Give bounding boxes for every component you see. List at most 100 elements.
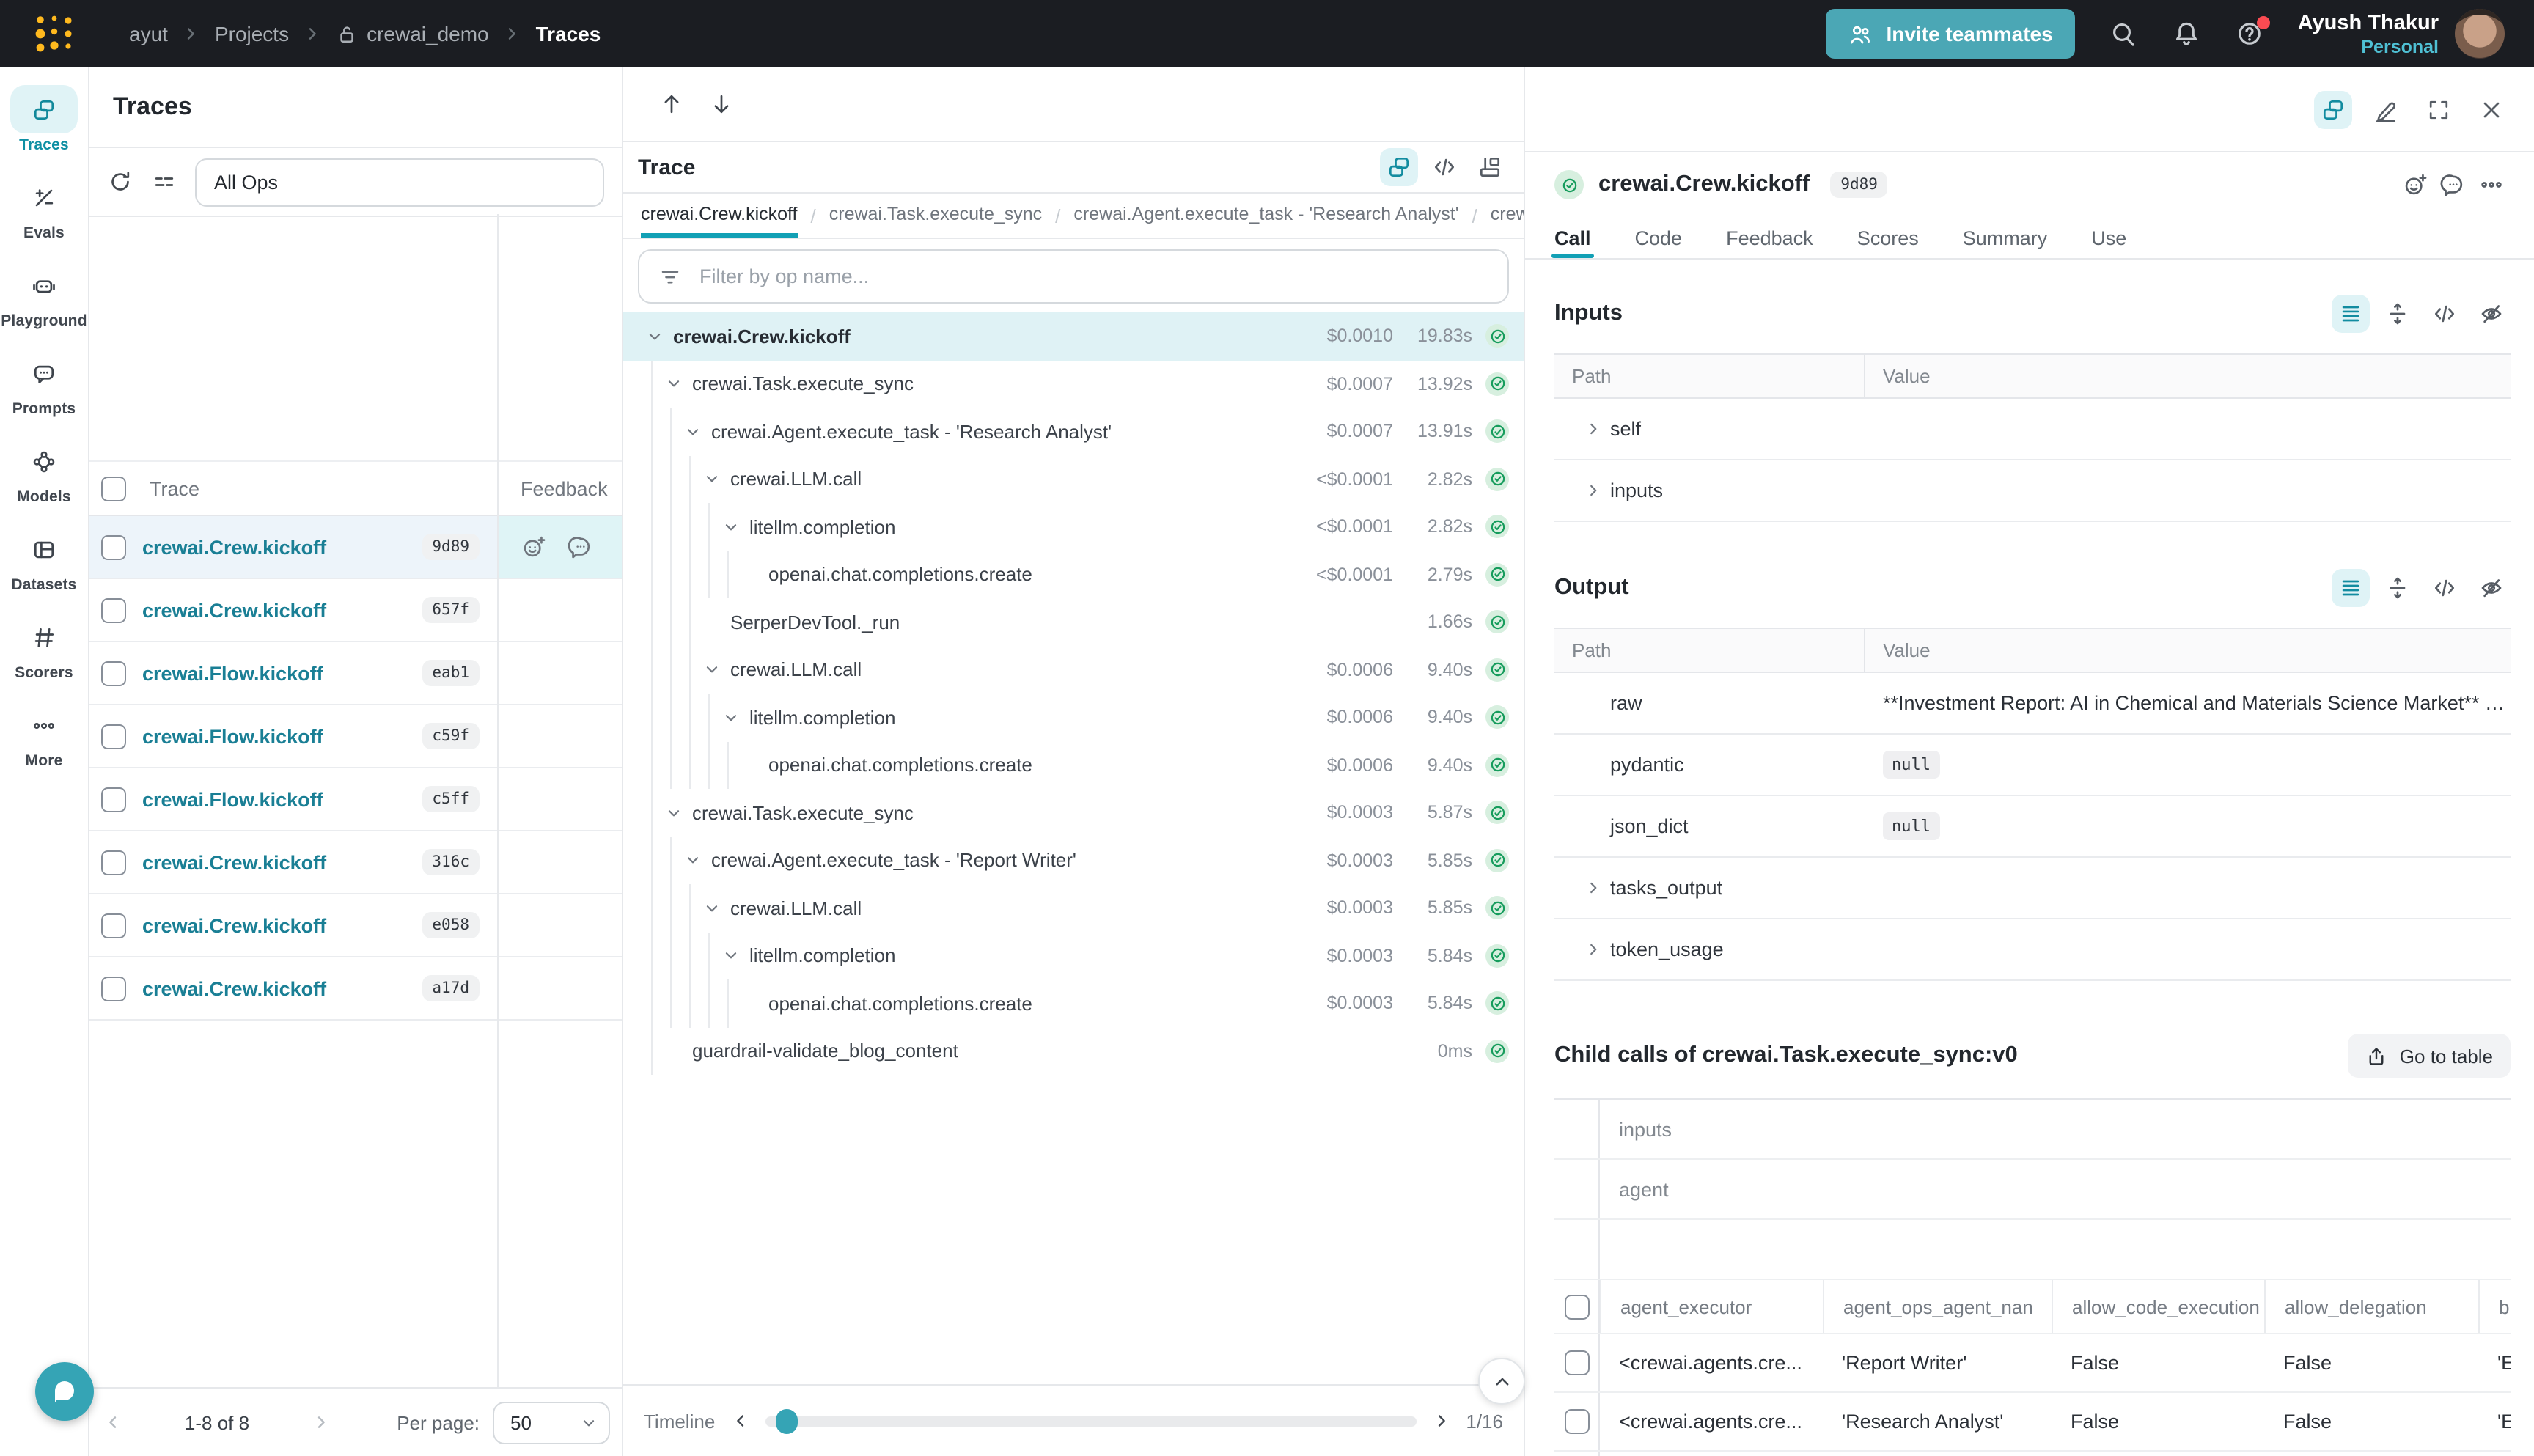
expand-chevron-icon[interactable] (720, 519, 742, 535)
tab-call[interactable]: Call (1554, 217, 1591, 258)
collapse-panel-button[interactable] (1478, 1358, 1525, 1405)
sidebar-item-traces[interactable]: Traces (10, 85, 78, 154)
tree-row[interactable]: litellm.completion$0.00035.84s (623, 932, 1524, 979)
notifications-icon[interactable] (2172, 19, 2201, 48)
view-json-button[interactable] (2425, 569, 2464, 607)
prev-page-button[interactable] (89, 1413, 136, 1431)
tree-row[interactable]: crewai.Task.execute_sync$0.00035.87s (623, 789, 1524, 837)
trace-name[interactable]: crewai.Crew.kickoff (142, 977, 326, 999)
call-id-badge[interactable]: 9d89 (1830, 172, 1888, 198)
show-tree-button[interactable] (2314, 90, 2352, 128)
expand-chevron-icon[interactable] (663, 376, 685, 392)
sidebar-item-datasets[interactable]: Datasets (10, 525, 78, 594)
trace-row[interactable]: crewai.Flow.kickoffeab1 (89, 642, 622, 705)
column-header-feedback[interactable]: Feedback (521, 477, 608, 499)
trace-name[interactable]: crewai.Flow.kickoff (142, 662, 323, 684)
breadcrumb-projects[interactable]: Projects (215, 22, 289, 45)
tree-row[interactable]: crewai.LLM.call$0.00069.40s (623, 646, 1524, 694)
tab-feedback[interactable]: Feedback (1726, 217, 1813, 258)
timeline-prev-button[interactable] (731, 1412, 749, 1430)
child-call-row[interactable]: <crewai.agents.cre...'Report Writer'Fals… (1554, 1334, 2511, 1393)
crumb-tab[interactable]: crewai.Crew.kickoff (641, 194, 798, 238)
row-checkbox[interactable] (101, 787, 126, 812)
view-rows-button[interactable] (2332, 295, 2370, 333)
trace-name[interactable]: crewai.Flow.kickoff (142, 725, 323, 747)
expand-chevron-icon[interactable] (1572, 421, 1610, 437)
per-page-select[interactable]: 50 (493, 1401, 610, 1444)
path-row[interactable]: inputs (1554, 460, 2511, 522)
tree-row[interactable]: crewai.Agent.execute_task - 'Report Writ… (623, 837, 1524, 884)
tab-code[interactable]: Code (1635, 217, 1683, 258)
sidebar-item-prompts[interactable]: Prompts (10, 349, 78, 418)
timeline-slider[interactable] (765, 1416, 1416, 1426)
column-settings-button[interactable] (151, 169, 177, 195)
view-json-button[interactable] (2425, 295, 2464, 333)
row-checkbox[interactable] (101, 724, 126, 749)
select-all-checkbox[interactable] (101, 476, 126, 501)
column-header-agent_ops_agent_nan[interactable]: agent_ops_agent_nan (1823, 1280, 2052, 1333)
trace-row[interactable]: crewai.Crew.kickoff316c (89, 831, 622, 894)
expand-chevron-icon[interactable] (682, 853, 704, 869)
path-row[interactable]: tasks_output (1554, 858, 2511, 919)
timeline-knob[interactable] (775, 1408, 797, 1433)
tab-use[interactable]: Use (2091, 217, 2126, 258)
more-options-button[interactable] (2478, 172, 2505, 198)
column-header-trace[interactable]: Trace (150, 477, 199, 499)
row-checkbox[interactable] (101, 598, 126, 622)
expand-chevron-icon[interactable] (1572, 941, 1610, 957)
column-header-agent_executor[interactable]: agent_executor (1600, 1280, 1823, 1333)
tab-scores[interactable]: Scores (1857, 217, 1919, 258)
ops-filter-select[interactable]: All Ops (195, 158, 604, 206)
tab-summary[interactable]: Summary (1963, 217, 2048, 258)
tree-row[interactable]: crewai.Agent.execute_task - 'Research An… (623, 408, 1524, 455)
next-page-button[interactable] (298, 1413, 345, 1431)
tree-row[interactable]: litellm.completion$0.00069.40s (623, 694, 1524, 741)
child-call-row[interactable]: <crewai.agents.cre...'Research Analyst'F… (1554, 1393, 2511, 1452)
trace-row[interactable]: crewai.Flow.kickoffc5ff (89, 768, 622, 831)
tree-row[interactable]: crewai.Task.execute_sync$0.000713.92s (623, 360, 1524, 408)
chat-bubble-button[interactable] (35, 1362, 94, 1421)
edit-button[interactable] (2367, 90, 2405, 128)
fullscreen-button[interactable] (2420, 90, 2458, 128)
tree-row[interactable]: openai.chat.completions.create$0.00035.8… (623, 979, 1524, 1027)
column-header-allow_delegation[interactable]: allow_delegation (2264, 1280, 2478, 1333)
sidebar-item-evals[interactable]: Evals (10, 173, 78, 242)
expand-chevron-icon[interactable] (701, 471, 723, 488)
tree-row[interactable]: crewai.LLM.call<$0.00012.82s (623, 455, 1524, 503)
row-checkbox[interactable] (101, 534, 126, 559)
sidebar-item-more[interactable]: More (10, 701, 78, 770)
trace-name[interactable]: crewai.Crew.kickoff (142, 536, 326, 558)
path-row[interactable]: token_usage (1554, 919, 2511, 981)
path-row[interactable]: json_dictnull (1554, 796, 2511, 858)
expand-chevron-icon[interactable] (720, 948, 742, 964)
hide-button[interactable] (2472, 295, 2511, 333)
expand-rows-button[interactable] (2379, 295, 2417, 333)
previous-trace-button[interactable] (658, 91, 685, 117)
trace-row[interactable]: crewai.Flow.kickoffc59f (89, 705, 622, 768)
invite-teammates-button[interactable]: Invite teammates (1826, 9, 2074, 59)
go-to-table-button[interactable]: Go to table (2348, 1034, 2511, 1078)
user-menu[interactable]: Ayush Thakur Personal (2298, 9, 2505, 59)
view-code-button[interactable] (1425, 148, 1464, 186)
expand-chevron-icon[interactable] (682, 424, 704, 440)
sidebar-item-scorers[interactable]: Scorers (10, 613, 78, 682)
trace-name[interactable]: crewai.Crew.kickoff (142, 599, 326, 621)
trace-name[interactable]: crewai.Crew.kickoff (142, 914, 326, 936)
tree-row[interactable]: SerperDevTool._run1.66s (623, 598, 1524, 646)
tree-row[interactable]: crewai.LLM.call$0.00035.85s (623, 884, 1524, 932)
tree-row[interactable]: guardrail-validate_blog_content0ms (623, 1027, 1524, 1075)
column-header-path[interactable]: Path (1554, 629, 1865, 672)
trace-name[interactable]: crewai.Crew.kickoff (142, 851, 326, 873)
path-row[interactable]: raw**Investment Report: AI in Chemical a… (1554, 673, 2511, 735)
breadcrumb-project[interactable]: crewai_demo (336, 22, 489, 45)
trace-name[interactable]: crewai.Flow.kickoff (142, 788, 323, 810)
row-checkbox[interactable] (101, 850, 126, 875)
select-all-checkbox[interactable] (1564, 1294, 1589, 1319)
add-reaction-button[interactable] (2402, 172, 2428, 198)
column-header-allow_code_execution[interactable]: allow_code_execution (2052, 1280, 2264, 1333)
row-checkbox[interactable] (1564, 1409, 1589, 1434)
path-row[interactable]: self (1554, 399, 2511, 460)
expand-chevron-icon[interactable] (663, 805, 685, 821)
avatar[interactable] (2455, 9, 2505, 59)
trace-row[interactable]: crewai.Crew.kickoffa17d (89, 957, 622, 1021)
